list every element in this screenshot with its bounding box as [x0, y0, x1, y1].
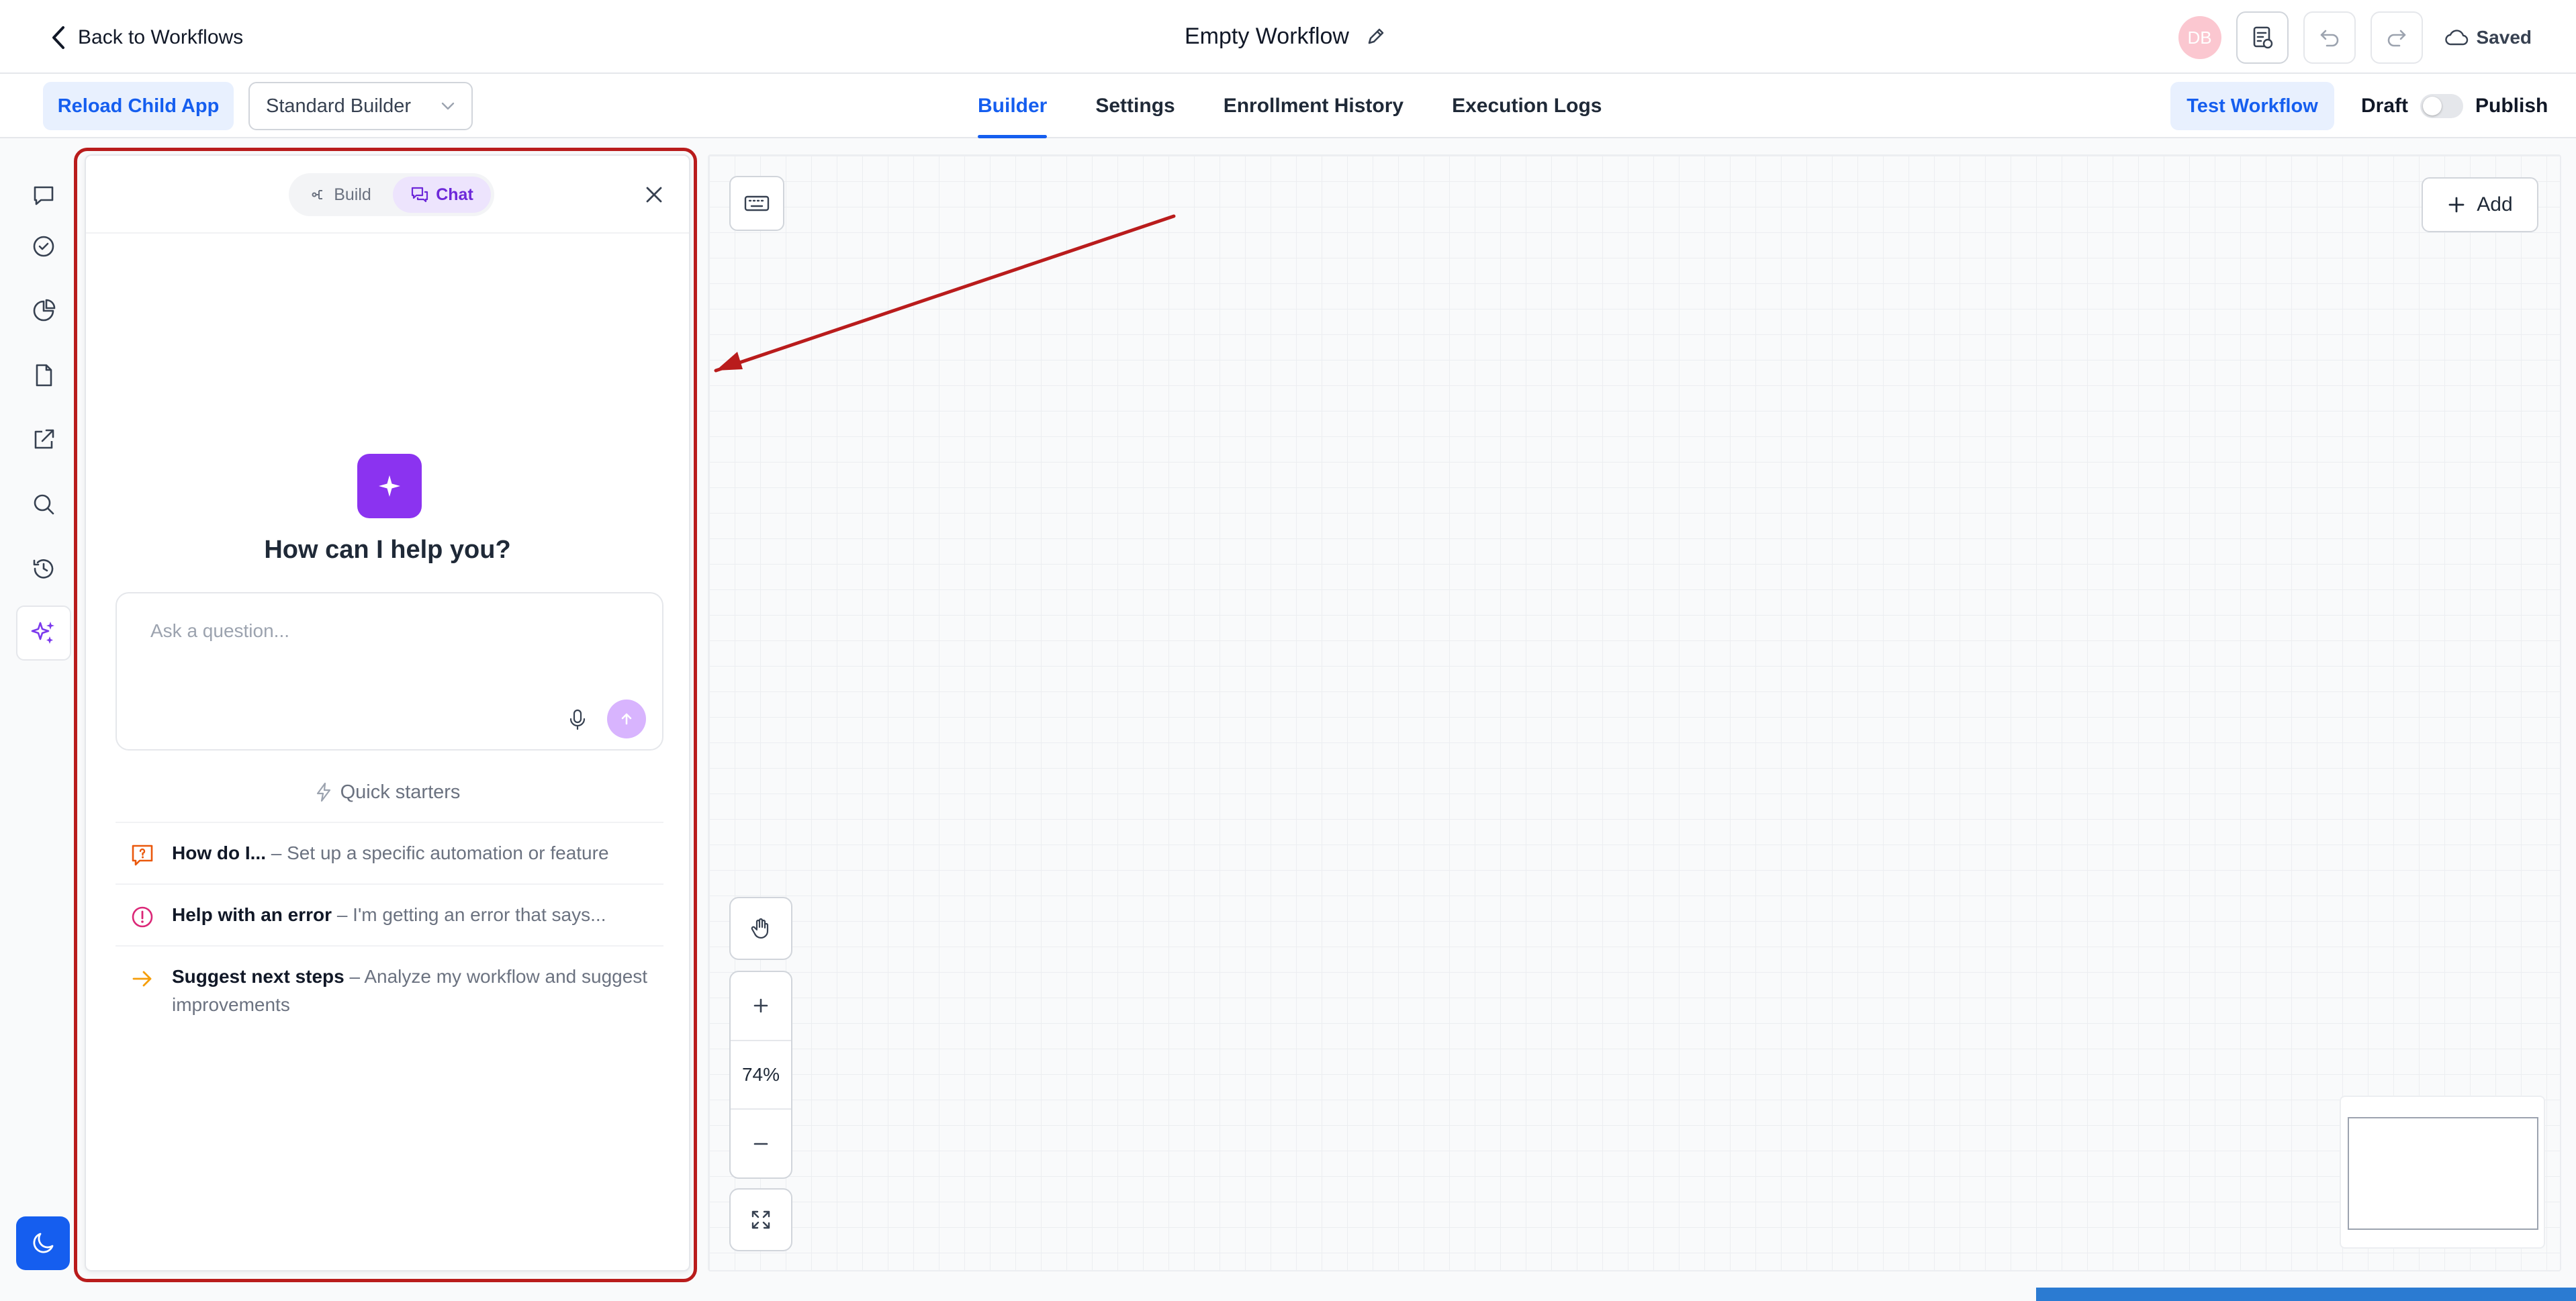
check-circle-icon [30, 233, 57, 260]
external-link-icon [30, 426, 57, 453]
avatar[interactable]: DB [2178, 16, 2221, 59]
dark-mode-button[interactable] [16, 1216, 70, 1270]
back-to-workflows-link[interactable]: Back to Workflows [51, 20, 243, 55]
document-icon [30, 362, 57, 389]
zoom-controls: 74% [729, 971, 792, 1179]
minus-icon [752, 1135, 770, 1153]
test-workflow-button[interactable]: Test Workflow [2170, 82, 2334, 130]
saved-label: Saved [2476, 27, 2532, 48]
notes-button[interactable] [2236, 11, 2289, 64]
publish-toggle[interactable] [2420, 94, 2464, 118]
main-tabs: Builder Settings Enrollment History Exec… [978, 74, 1602, 138]
back-label: Back to Workflows [78, 26, 244, 48]
minimap-viewport [2348, 1117, 2538, 1230]
plus-icon [752, 997, 770, 1014]
builder-mode-select[interactable]: Standard Builder [248, 82, 473, 130]
zoom-level-value: 74% [741, 1064, 780, 1085]
fit-view-button[interactable] [729, 1188, 792, 1251]
annotation-highlight-box [74, 148, 697, 1282]
undo-icon [2317, 26, 2342, 50]
pie-chart-icon [30, 297, 57, 324]
toggle-knob [2423, 97, 2442, 115]
tab-execution-logs[interactable]: Execution Logs [1452, 74, 1602, 138]
undo-button[interactable] [2303, 11, 2356, 64]
rail-item-tasks[interactable] [16, 219, 71, 274]
rail-item-ai-assistant[interactable] [16, 606, 71, 661]
plus-icon [2447, 195, 2466, 214]
builder-mode-value: Standard Builder [266, 95, 412, 117]
tab-settings[interactable]: Settings [1095, 74, 1175, 138]
canvas-minimap[interactable] [2340, 1096, 2545, 1249]
chat-icon [30, 182, 57, 209]
redo-icon [2385, 26, 2409, 50]
rail-item-search[interactable] [16, 477, 71, 532]
workflow-title-text: Empty Workflow [1185, 23, 1349, 49]
top-right-actions: DB Saved [2178, 11, 2532, 64]
pan-tool-button[interactable] [729, 897, 792, 960]
draft-label: Draft [2361, 95, 2409, 117]
publish-control: Draft Publish [2361, 82, 2548, 130]
redo-button[interactable] [2370, 11, 2423, 64]
chevron-down-icon [441, 101, 455, 111]
builder-toolbar: Reload Child App Standard Builder Builde… [0, 74, 2576, 138]
zoom-in-button[interactable] [731, 972, 791, 1040]
rail-item-chat[interactable] [16, 168, 71, 223]
chevron-left-icon [51, 26, 66, 50]
tab-enrollment-history[interactable]: Enrollment History [1224, 74, 1404, 138]
expand-icon [750, 1209, 772, 1231]
reload-child-app-button[interactable]: Reload Child App [43, 82, 234, 130]
notes-icon [2249, 24, 2276, 51]
rail-item-history[interactable] [16, 541, 71, 596]
left-rail [0, 138, 75, 1301]
add-node-button[interactable]: Add [2422, 177, 2538, 232]
moon-icon [30, 1230, 56, 1257]
annotation-arrow [714, 214, 1176, 373]
rail-item-documents[interactable] [16, 348, 71, 403]
add-label: Add [2477, 193, 2513, 215]
rail-item-reports[interactable] [16, 283, 71, 338]
rail-item-external[interactable] [16, 412, 71, 467]
history-icon [30, 555, 57, 582]
cloud-check-icon [2444, 28, 2469, 47]
zoom-level-display: 74% [731, 1039, 791, 1109]
saved-status: Saved [2444, 27, 2532, 48]
pencil-icon[interactable] [1365, 26, 1387, 47]
search-icon [30, 491, 57, 518]
top-bar: Back to Workflows Empty Workflow DB Save… [0, 0, 2576, 74]
sparkle-icon [30, 619, 58, 647]
zoom-out-button[interactable] [731, 1108, 791, 1177]
publish-label: Publish [2475, 95, 2548, 117]
hand-icon [749, 916, 773, 941]
workflow-title: Empty Workflow [1185, 19, 1387, 54]
bottom-status-strip [2036, 1288, 2576, 1301]
tab-builder[interactable]: Builder [978, 74, 1048, 138]
